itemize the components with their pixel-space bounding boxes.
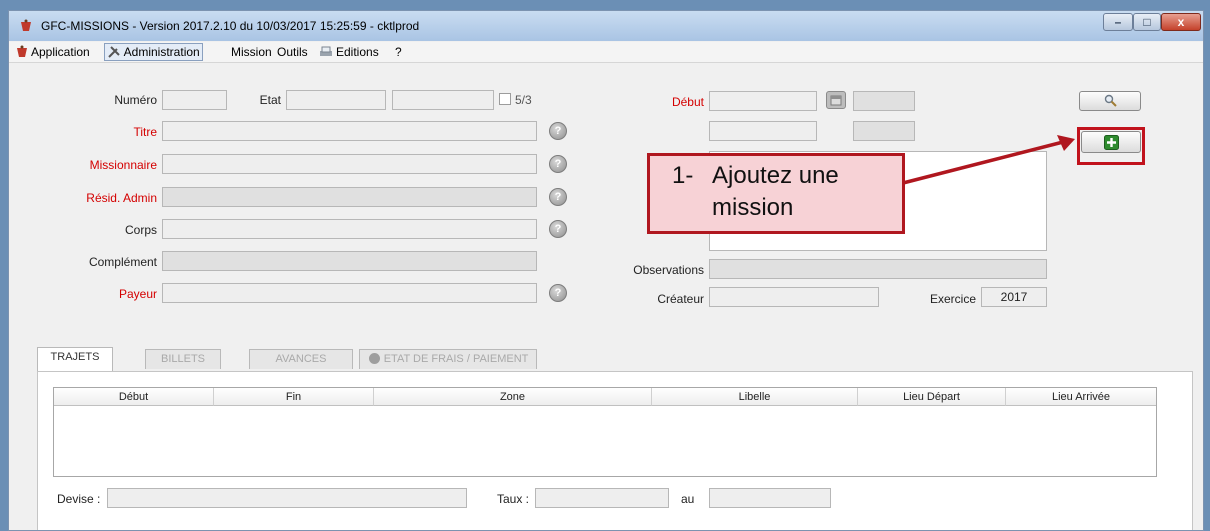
tab-etat-de-frais-label: ETAT DE FRAIS / PAIEMENT [383,353,529,365]
au-field[interactable] [709,488,831,508]
etat-label: Etat [259,93,281,107]
etat-field[interactable] [286,90,386,110]
add-button-highlight [1077,127,1145,165]
debut-label: Début [671,95,704,109]
printer-icon [320,46,332,56]
complement-field[interactable] [162,251,537,271]
menu-help[interactable]: ? [395,45,402,59]
app-icon [17,45,27,57]
menu-bar: Application Administration Mission Outil… [9,42,1203,63]
resid-admin-help-icon[interactable]: ? [549,188,567,206]
menu-outils[interactable]: Outils [277,45,308,59]
close-button[interactable]: x [1161,13,1201,31]
observations-label: Observations [633,263,704,277]
complement-label: Complément [88,255,157,269]
search-button[interactable] [1079,91,1141,111]
application-window: GFC-MISSIONS - Version 2017.2.10 du 10/0… [8,10,1204,531]
au-label: au [681,492,695,506]
maximize-button[interactable]: □ [1133,13,1161,31]
tab-billets[interactable]: BILLETS [145,349,221,369]
menu-mission[interactable]: Mission [231,45,272,59]
callout-text: 1- Ajoutez une mission [672,162,839,221]
menu-editions[interactable]: Editions [336,45,379,59]
numero-label: Numéro [114,93,157,107]
exercice-label: Exercice [929,292,976,306]
payeur-help-icon[interactable]: ? [549,284,567,302]
createur-label: Créateur [657,292,704,306]
numero-field[interactable] [162,90,227,110]
payeur-field[interactable] [162,283,537,303]
column-header-lieu-depart[interactable]: Lieu Départ [858,388,1006,406]
checkbox-5-3[interactable] [499,93,511,105]
title-bar[interactable]: GFC-MISSIONS - Version 2017.2.10 du 10/0… [9,11,1203,41]
close-icon: x [1177,15,1185,29]
column-header-libelle[interactable]: Libelle [652,388,858,406]
missionnaire-field[interactable] [162,154,537,174]
observations-field[interactable] [709,259,1047,279]
menu-application[interactable]: Application [31,45,90,59]
checkbox-5-3-label: 5/3 [515,93,532,107]
calendar-button[interactable] [826,91,846,109]
column-header-debut[interactable]: Début [54,388,214,406]
tab-avances[interactable]: AVANCES [249,349,353,369]
titre-label: Titre [133,125,157,139]
titre-field[interactable] [162,121,537,141]
column-header-lieu-arrivee[interactable]: Lieu Arrivée [1006,388,1156,406]
tab-etat-de-frais[interactable]: ETAT DE FRAIS / PAIEMENT [359,349,537,369]
window-title: GFC-MISSIONS - Version 2017.2.10 du 10/0… [41,19,420,33]
column-header-zone[interactable]: Zone [374,388,652,406]
corps-label: Corps [124,223,157,237]
menu-administration-label: Administration [123,45,200,59]
payeur-label: Payeur [118,287,157,301]
devise-field[interactable] [107,488,467,508]
debut-time-field[interactable] [853,91,915,111]
fin-date-field[interactable] [709,121,817,141]
instruction-callout: 1- Ajoutez une mission [647,153,905,234]
column-header-fin[interactable]: Fin [214,388,374,406]
missionnaire-label: Missionnaire [89,158,157,172]
tools-icon [108,46,120,58]
devise-label: Devise : [57,492,101,506]
titre-help-icon[interactable]: ? [549,122,567,140]
minimize-icon: – [1114,15,1122,29]
coin-icon [368,353,380,364]
etat-detail-field[interactable] [392,90,494,110]
taux-field[interactable] [535,488,669,508]
minimize-button[interactable]: – [1103,13,1133,31]
exercice-field[interactable]: 2017 [981,287,1047,307]
tab-trajets[interactable]: TRAJETS [37,347,113,371]
app-icon [21,19,31,31]
corps-help-icon[interactable]: ? [549,220,567,238]
corps-field[interactable] [162,219,537,239]
resid-admin-label: Résid. Admin [86,191,157,205]
search-icon [1104,94,1117,107]
resid-admin-field[interactable] [162,187,537,207]
missionnaire-help-icon[interactable]: ? [549,155,567,173]
taux-label: Taux : [497,492,530,506]
calendar-icon [830,95,842,106]
trajets-table[interactable]: Début Fin Zone Libelle Lieu Départ Lieu … [53,387,1157,477]
maximize-icon: □ [1143,15,1151,29]
menu-administration[interactable]: Administration [104,43,203,61]
debut-date-field[interactable] [709,91,817,111]
callout-arrow [902,135,1075,185]
createur-field[interactable] [709,287,879,307]
